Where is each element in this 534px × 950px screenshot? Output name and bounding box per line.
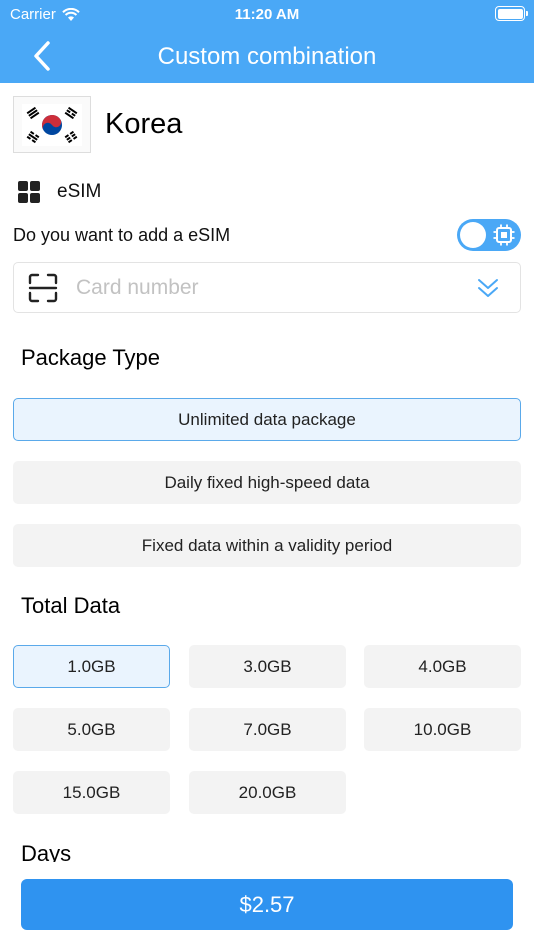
add-esim-toggle[interactable] [457,219,521,251]
package-option-unlimited[interactable]: Unlimited data package [13,398,521,441]
package-option-fixed[interactable]: Fixed data within a validity period [13,524,521,567]
esim-label-row: eSIM [17,180,101,204]
double-chevron-down-icon[interactable] [476,275,500,301]
data-option-4gb[interactable]: 4.0GB [364,645,521,688]
pay-button[interactable]: $2.57 [21,879,513,930]
package-option-daily[interactable]: Daily fixed high-speed data [13,461,521,504]
chip-icon [493,224,515,246]
esim-label: eSIM [57,181,102,202]
grid-icon [18,181,40,203]
header: Carrier 11:20 AM Custom combination [0,0,534,83]
korea-flag-icon [13,96,91,153]
scan-icon[interactable] [28,273,58,303]
status-bar: Carrier 11:20 AM [0,0,534,28]
total-data-title: Total Data [21,593,121,618]
main-content[interactable]: Korea eSIM Do you want to add a eSIM Car… [0,83,534,950]
data-option-20gb[interactable]: 20.0GB [189,771,346,814]
page-title: Custom combination [157,43,377,70]
nav-bar: Custom combination [0,30,534,83]
card-number-input[interactable] [76,275,476,300]
data-option-1gb[interactable]: 1.0GB [13,645,170,688]
data-option-10gb[interactable]: 10.0GB [364,708,521,751]
battery-icon [495,6,528,21]
data-option-5gb[interactable]: 5.0GB [13,708,170,751]
data-option-7gb[interactable]: 7.0GB [189,708,346,751]
add-esim-row: Do you want to add a eSIM [13,219,521,251]
data-option-3gb[interactable]: 3.0GB [189,645,346,688]
card-number-field[interactable] [13,262,521,313]
country-header: Korea [13,96,182,153]
toggle-knob [460,222,486,248]
footer-bar: $2.57 [0,862,534,950]
package-type-title: Package Type [21,345,161,370]
country-name: Korea [105,108,183,140]
add-esim-question: Do you want to add a eSIM [13,224,231,245]
status-time: 11:20 AM [234,6,300,23]
data-option-15gb[interactable]: 15.0GB [13,771,170,814]
